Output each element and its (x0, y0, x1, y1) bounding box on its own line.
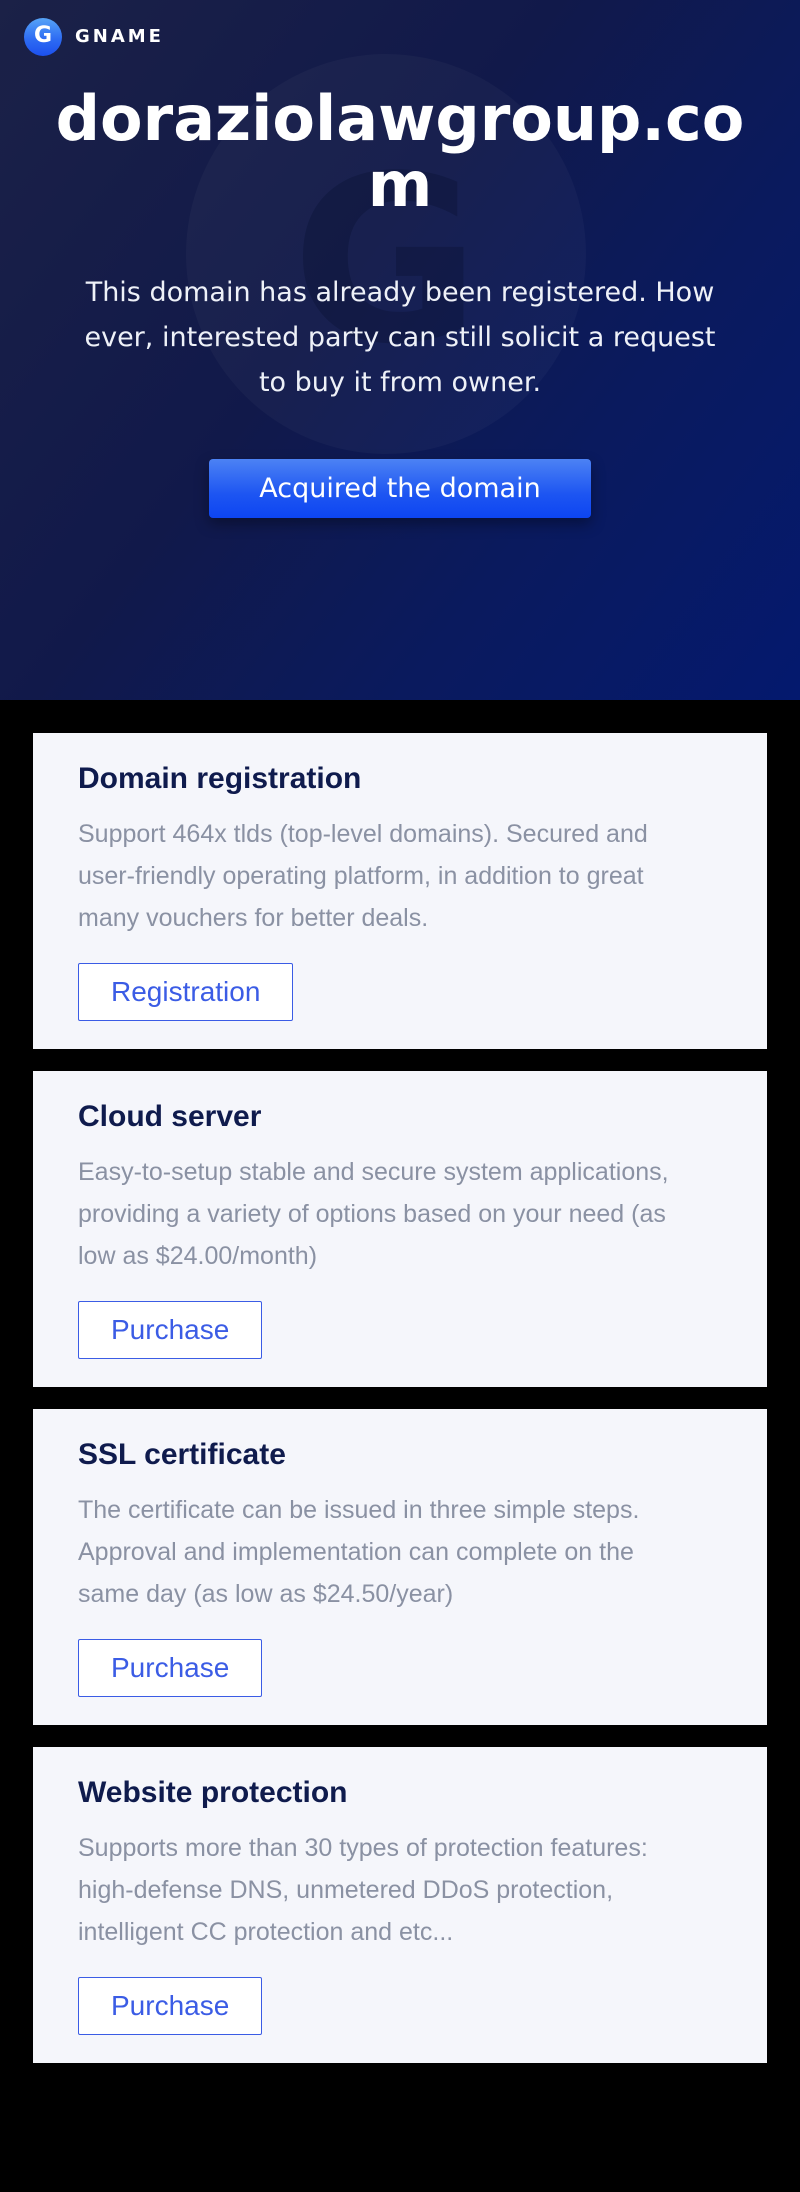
registration-button[interactable]: Registration (78, 963, 293, 1021)
hero-description-line: This domain has already been registered.… (40, 270, 760, 315)
purchase-cloud-server-button[interactable]: Purchase (78, 1301, 262, 1359)
hero-description-line: ever, interested party can still solicit… (40, 315, 760, 360)
logo-g-letter: G (34, 25, 52, 47)
hero-description: This domain has already been registered.… (40, 270, 760, 405)
service-card-domain-registration: Domain registration Support 464x tlds (t… (33, 733, 767, 1049)
purchase-ssl-button[interactable]: Purchase (78, 1639, 262, 1697)
card-description: Easy-to-setup stable and secure system a… (78, 1151, 678, 1277)
service-card-website-protection: Website protection Supports more than 30… (33, 1747, 767, 2063)
header-logo-row: G GNAME (0, 0, 800, 56)
services-section: Domain registration Support 464x tlds (t… (0, 700, 800, 2149)
brand-name[interactable]: GNAME (75, 28, 164, 46)
service-card-cloud-server: Cloud server Easy-to-setup stable and se… (33, 1071, 767, 1387)
domain-title: doraziolawgroup.com (50, 86, 750, 218)
hero-section: G G GNAME doraziolawgroup.com This domai… (0, 0, 800, 700)
service-card-ssl-certificate: SSL certificate The certificate can be i… (33, 1409, 767, 1725)
card-title: Domain registration (78, 761, 722, 797)
purchase-protection-button[interactable]: Purchase (78, 1977, 262, 2035)
card-title: Website protection (78, 1775, 722, 1811)
card-title: Cloud server (78, 1099, 722, 1135)
card-description: The certificate can be issued in three s… (78, 1489, 678, 1615)
card-description: Support 464x tlds (top-level domains). S… (78, 813, 678, 939)
cta-row: Acquired the domain (0, 459, 800, 518)
hero-description-line: to buy it from owner. (40, 360, 760, 405)
card-description: Supports more than 30 types of protectio… (78, 1827, 678, 1953)
acquired-domain-button[interactable]: Acquired the domain (209, 459, 590, 518)
gname-logo-icon[interactable]: G (24, 18, 62, 56)
card-title: SSL certificate (78, 1437, 722, 1473)
